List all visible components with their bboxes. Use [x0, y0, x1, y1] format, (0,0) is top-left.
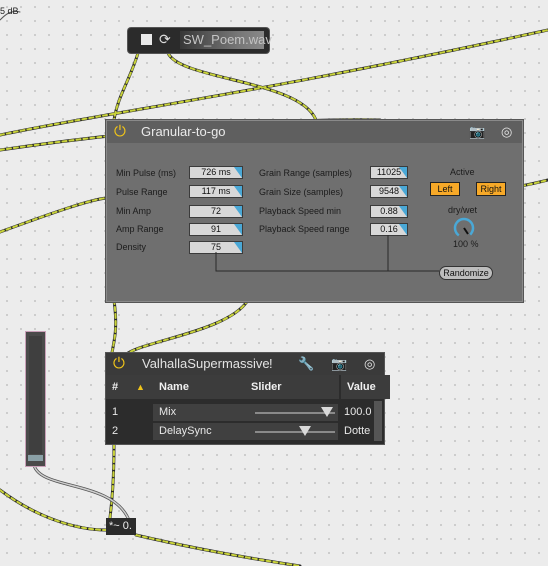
column-header-name[interactable]: Name — [153, 375, 248, 399]
scrollbar[interactable] — [374, 401, 382, 441]
valhalla-title-bar: ⏻ ValhallaSupermassive ! 🔧 📷 ◎ — [106, 353, 384, 375]
wrench-icon[interactable]: 🔧 — [298, 356, 314, 372]
vertical-slider[interactable] — [25, 331, 46, 467]
gain-readout: 5 dB — [0, 6, 19, 16]
slider-thumb[interactable] — [321, 407, 333, 417]
column-header-value[interactable]: Value — [341, 375, 390, 399]
row-value: Dotte — [344, 425, 371, 437]
loop-icon[interactable]: ⟳ — [159, 31, 171, 48]
row-slider[interactable] — [245, 423, 338, 440]
column-header-num[interactable]: # ▲ — [106, 375, 156, 399]
randomize-button[interactable]: Randomize — [439, 266, 493, 280]
valhalla-device: ⏻ ValhallaSupermassive ! 🔧 📷 ◎ # ▲ Name S… — [106, 353, 390, 444]
row-slider[interactable] — [245, 404, 338, 421]
sound-file-name: SW_Poem.wav — [183, 32, 272, 47]
camera-icon[interactable]: 📷 — [331, 356, 347, 372]
row-value: 100.0 — [344, 406, 372, 418]
power-icon[interactable]: ⏻ — [113, 355, 125, 372]
multiply-object[interactable]: *~ 0. — [106, 518, 136, 535]
sort-asc-icon: ▲ — [136, 382, 145, 392]
stop-icon[interactable] — [141, 34, 152, 45]
row-num: 2 — [112, 425, 119, 437]
row-name: DelaySync — [153, 423, 248, 440]
table-row[interactable]: 2 DelaySync Dotte — [106, 423, 374, 440]
sound-file-object[interactable]: ⟳ SW_Poem.wav — [128, 28, 272, 53]
slider-knob[interactable] — [28, 455, 43, 461]
table-row[interactable]: 1 Mix 100.0 — [106, 404, 374, 421]
preset-icon[interactable]: ◎ — [364, 356, 375, 372]
valhalla-title: ValhallaSupermassive — [142, 356, 270, 371]
granular-device: ⏻ Granular-to-go 📷 ◎ Min Pulse (ms) 726 … — [106, 120, 523, 302]
slider-thumb[interactable] — [298, 426, 311, 436]
row-name: Mix — [153, 404, 248, 421]
warning-icon: ! — [269, 356, 273, 371]
column-header-slider[interactable]: Slider — [245, 375, 339, 399]
row-num: 1 — [112, 406, 119, 418]
